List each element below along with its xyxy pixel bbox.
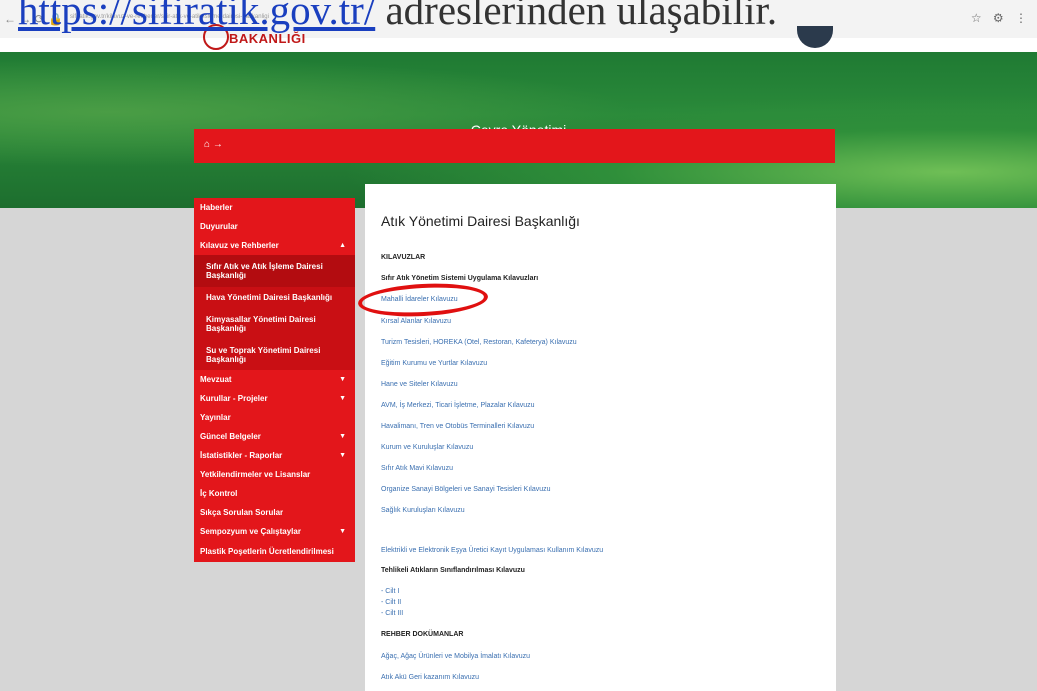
sidebar-item-istatistikler[interactable]: İstatistikler - Raporlar ▼ — [194, 446, 355, 465]
section-heading-rehber: REHBER DOKÜMANLAR — [381, 631, 464, 638]
guide-link[interactable]: Atık Akü Geri kazanım Kılavuzu — [381, 674, 479, 681]
cilt-link[interactable]: - Cilt II — [381, 599, 401, 606]
sidebar-item-yayinlar[interactable]: Yayınlar — [194, 408, 355, 427]
sidebar-item-label: Yayınlar — [200, 413, 231, 422]
sidebar-subitem-label: Sıfır Atık ve Atık İşleme Dairesi Başkan… — [206, 262, 323, 280]
guide-link[interactable]: Eğitim Kurumu ve Yurtlar Kılavuzu — [381, 360, 487, 367]
sidebar-subitem-sifir-atik[interactable]: Sıfır Atık ve Atık İşleme Dairesi Başkan… — [194, 255, 355, 287]
cilt-link[interactable]: - Cilt I — [381, 588, 399, 595]
site-header: BAKANLIĞI — [0, 24, 1037, 52]
subsection-heading-tehlikeli: Tehlikeli Atıkların Sınıflandırılması Kı… — [381, 567, 525, 574]
sidebar-subitem-label: Su ve Toprak Yönetimi Dairesi Başkanlığı — [206, 345, 321, 364]
chevron-up-icon: ▲ — [339, 242, 346, 249]
guide-link[interactable]: Kurum ve Kuruluşlar Kılavuzu — [381, 444, 473, 451]
guide-link[interactable]: Sıfır Atık Mavi Kılavuzu — [381, 465, 453, 472]
sidebar-item-yetkilendirmeler[interactable]: Yetkilendirmeler ve Lisanslar — [194, 465, 355, 484]
sidebar-subitem-su-toprak[interactable]: Su ve Toprak Yönetimi Dairesi Başkanlığı — [194, 339, 355, 370]
sidebar-subitem-label: Hava Yönetimi Dairesi Başkanlığı — [206, 293, 333, 302]
guide-link[interactable]: Kırsal Alanlar Kılavuzu — [381, 318, 451, 325]
browser-menu-icons[interactable]: ☆ ⚙ ⋮ — [971, 11, 1031, 25]
breadcrumb-items: ⌂ → — [204, 139, 223, 150]
section-heading-kilavuzlar: KILAVUZLAR — [381, 254, 426, 261]
sidebar-item-sss[interactable]: Sıkça Sorulan Sorular — [194, 503, 355, 522]
subsection-heading: Sıfır Atık Yönetim Sistemi Uygulama Kıla… — [381, 275, 539, 282]
sidebar-subitem-label: Kimyasallar Yönetimi Dairesi Başkanlığı — [206, 314, 316, 333]
guide-link[interactable]: Ağaç, Ağaç Ürünleri ve Mobilya İmalatı K… — [381, 653, 530, 660]
breadcrumb: ⌂ → — [194, 129, 835, 163]
sidebar-item-kurullar[interactable]: Kurullar - Projeler ▼ — [194, 389, 355, 408]
sidebar-item-label: Mevzuat — [200, 375, 232, 384]
guide-link-eee[interactable]: Elektrikli ve Elektronik Eşya Üretici Ka… — [381, 547, 603, 554]
chevron-down-icon: ▼ — [339, 433, 346, 440]
guide-link[interactable]: Havalimanı, Tren ve Otobüs Terminalleri … — [381, 423, 534, 430]
chevron-down-icon: ▼ — [339, 528, 346, 535]
sidebar-item-label: Sıkça Sorulan Sorular — [200, 508, 284, 517]
chevron-down-icon: ▼ — [339, 452, 346, 459]
sidebar-item-sempozyum[interactable]: Sempozyum ve Çalıştaylar ▼ — [194, 522, 355, 541]
caption-text: adreslerinden ulaşabilir. — [375, 0, 778, 33]
emblem-icon — [797, 26, 833, 48]
sidebar-item-mevzuat[interactable]: Mevzuat ▼ — [194, 370, 355, 389]
sidebar-item-kilavuz[interactable]: Kılavuz ve Rehberler ▲ — [194, 236, 355, 255]
sidebar-menu: Haberler Duyurular Kılavuz ve Rehberler ▲… — [194, 198, 355, 562]
sidebar-item-duyurular[interactable]: Duyurular — [194, 217, 355, 236]
sidebar-item-label: Sempozyum ve Çalıştaylar — [200, 527, 301, 536]
sidebar-item-haberler[interactable]: Haberler — [194, 198, 355, 217]
cilt-link[interactable]: - Cilt III — [381, 610, 403, 617]
sidebar-item-label: İç Kontrol — [200, 489, 238, 498]
sidebar-item-guncel-belgeler[interactable]: Güncel Belgeler ▼ — [194, 427, 355, 446]
guide-link[interactable]: AVM, İş Merkezi, Ticari İşletme, Plazala… — [381, 402, 535, 409]
sidebar-item-label: Yetkilendirmeler ve Lisanslar — [200, 470, 311, 479]
guide-link[interactable]: Hane ve Siteler Kılavuzu — [381, 381, 458, 388]
sidebar-item-ic-kontrol[interactable]: İç Kontrol — [194, 484, 355, 503]
home-icon[interactable]: ⌂ — [204, 139, 210, 150]
guide-link[interactable]: Sağlık Kuruluşları Kılavuzu — [381, 507, 465, 514]
sidebar-item-label: Güncel Belgeler — [200, 432, 261, 441]
sidebar-subitem-kimyasallar[interactable]: Kimyasallar Yönetimi Dairesi Başkanlığı — [194, 308, 355, 339]
guide-link[interactable]: Turizm Tesisleri, HOREKA (Otel, Restoran… — [381, 339, 577, 346]
caption-link[interactable]: https://sifiratik.gov.tr/ — [18, 0, 375, 33]
chevron-down-icon: ▼ — [339, 395, 346, 402]
breadcrumb-arrow: → — [212, 139, 223, 150]
slide-caption: https://sifiratik.gov.tr/ adreslerinden … — [18, 0, 777, 34]
guide-link[interactable]: Organize Sanayi Bölgeleri ve Sanayi Tesi… — [381, 486, 551, 493]
sidebar-item-label: Kılavuz ve Rehberler — [200, 241, 279, 250]
sidebar-item-plastik-poset[interactable]: Plastik Poşetlerin Ücretlendirilmesi — [194, 541, 355, 562]
sidebar-item-label: Plastik Poşetlerin Ücretlendirilmesi — [200, 547, 334, 556]
chevron-down-icon: ▼ — [339, 376, 346, 383]
page-title: Atık Yönetimi Dairesi Başkanlığı — [381, 213, 580, 229]
content-panel: Atık Yönetimi Dairesi Başkanlığı KILAVUZ… — [365, 184, 836, 691]
sidebar-item-label: Haberler — [200, 203, 233, 212]
sidebar-item-label: Duyurular — [200, 222, 238, 231]
sidebar-subitem-hava[interactable]: Hava Yönetimi Dairesi Başkanlığı — [194, 287, 355, 308]
sidebar-item-label: İstatistikler - Raporlar — [200, 451, 283, 460]
sidebar-item-label: Kurullar - Projeler — [200, 394, 268, 403]
